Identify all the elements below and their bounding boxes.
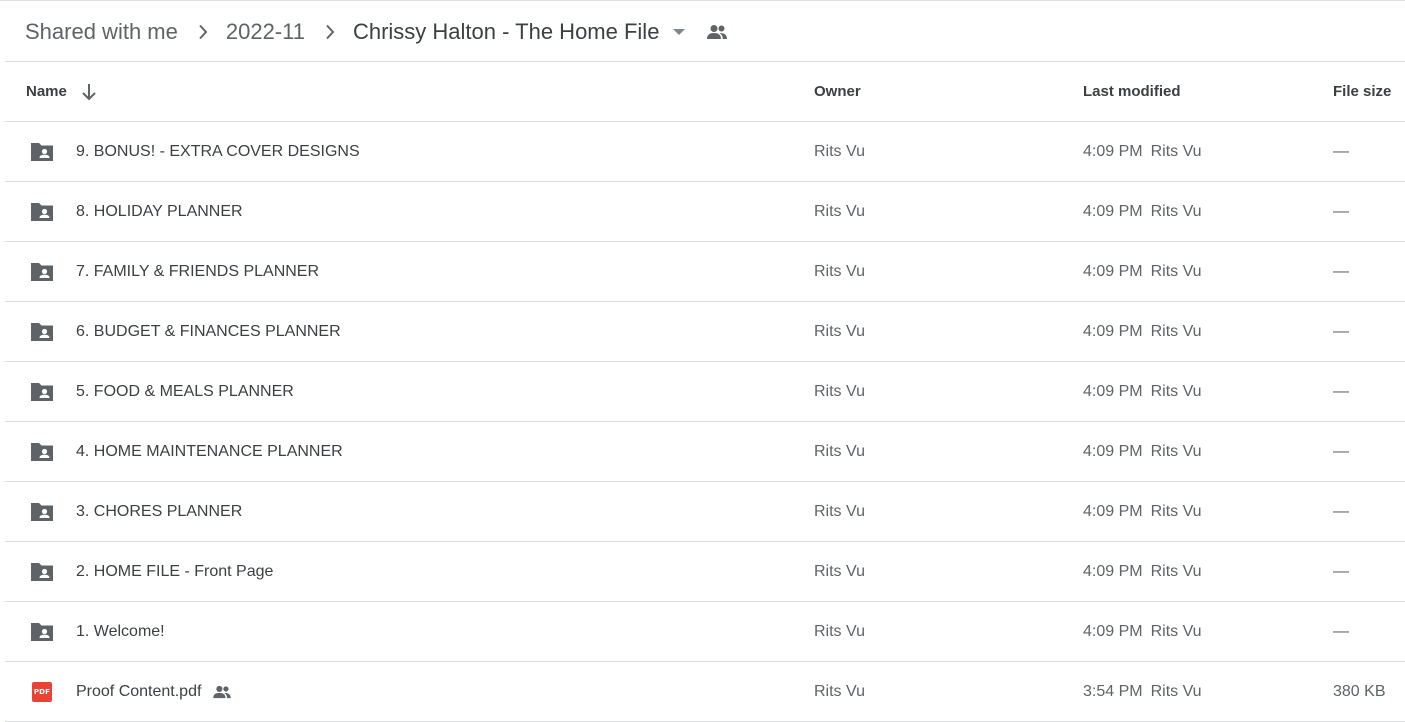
pdf-icon: PDF (28, 662, 56, 721)
file-owner: Rits Vu (814, 382, 865, 400)
table-row[interactable]: 9. BONUS! - EXTRA COVER DESIGNS Rits Vu … (5, 122, 1405, 182)
modified-by: Rits Vu (1150, 142, 1202, 160)
file-owner: Rits Vu (814, 262, 865, 280)
table-row[interactable]: 4. HOME MAINTENANCE PLANNER Rits Vu 4:09… (5, 422, 1405, 482)
file-last-modified: 4:09 PM Rits Vu (1083, 182, 1202, 241)
file-last-modified: 4:09 PM Rits Vu (1083, 542, 1202, 601)
file-owner: Rits Vu (814, 622, 865, 640)
file-name: 7. FAMILY & FRIENDS PLANNER (76, 262, 320, 280)
breadcrumb-shared-with-me[interactable]: Shared with me (25, 19, 178, 45)
modified-by: Rits Vu (1150, 442, 1202, 460)
drive-file-browser: Shared with me 2022-11 Chrissy Halton - … (0, 0, 1405, 722)
modified-by: Rits Vu (1150, 562, 1202, 580)
file-owner: Rits Vu (814, 562, 865, 580)
modified-by: Rits Vu (1150, 622, 1202, 640)
modified-time: 4:09 PM (1083, 142, 1143, 160)
file-owner: Rits Vu (814, 502, 865, 520)
modified-time: 4:09 PM (1083, 322, 1143, 340)
table-row[interactable]: 7. FAMILY & FRIENDS PLANNER Rits Vu 4:09… (5, 242, 1405, 302)
modified-time: 4:09 PM (1083, 382, 1143, 400)
file-owner: Rits Vu (814, 142, 865, 160)
modified-time: 4:09 PM (1083, 562, 1143, 580)
breadcrumb-2022-11[interactable]: 2022-11 (226, 19, 305, 45)
file-owner: Rits Vu (814, 202, 865, 220)
file-name: 1. Welcome! (76, 622, 165, 640)
modified-by: Rits Vu (1150, 502, 1202, 520)
pdf-icon-label: PDF (32, 681, 52, 702)
modified-by: Rits Vu (1150, 202, 1202, 220)
table-row[interactable]: 1. Welcome! Rits Vu 4:09 PM Rits Vu — (5, 602, 1405, 662)
file-name: 2. HOME FILE - Front Page (76, 562, 274, 580)
table-row[interactable]: PDF Proof Content.pdf Rits Vu 3:54 PM Ri… (5, 662, 1405, 722)
breadcrumb-current-folder[interactable]: Chrissy Halton - The Home File (353, 19, 659, 45)
table-row[interactable]: 8. HOLIDAY PLANNER Rits Vu 4:09 PM Rits … (5, 182, 1405, 242)
file-size: — (1333, 262, 1349, 280)
arrow-down-icon[interactable] (79, 82, 99, 102)
column-header-file-size: File size (1333, 83, 1392, 100)
file-list: 9. BONUS! - EXTRA COVER DESIGNS Rits Vu … (5, 122, 1405, 722)
shared-people-icon (211, 681, 233, 703)
shared-folder-icon (28, 182, 56, 241)
file-size: — (1333, 202, 1349, 220)
caret-down-icon[interactable] (669, 22, 689, 42)
file-size: — (1333, 622, 1349, 640)
file-owner: Rits Vu (814, 682, 865, 700)
shared-people-icon (705, 20, 729, 44)
file-size: — (1333, 142, 1349, 160)
file-last-modified: 4:09 PM Rits Vu (1083, 302, 1202, 361)
modified-time: 4:09 PM (1083, 622, 1143, 640)
file-last-modified: 4:09 PM Rits Vu (1083, 362, 1202, 421)
file-owner: Rits Vu (814, 322, 865, 340)
file-size: — (1333, 562, 1349, 580)
file-name: 3. CHORES PLANNER (76, 502, 243, 520)
file-size: — (1333, 442, 1349, 460)
modified-by: Rits Vu (1150, 322, 1202, 340)
shared-folder-icon (28, 542, 56, 601)
shared-folder-icon (28, 122, 56, 181)
file-last-modified: 3:54 PM Rits Vu (1083, 662, 1202, 721)
modified-time: 4:09 PM (1083, 502, 1143, 520)
column-header-name-label: Name (26, 83, 67, 100)
modified-time: 4:09 PM (1083, 442, 1143, 460)
file-size: — (1333, 382, 1349, 400)
file-last-modified: 4:09 PM Rits Vu (1083, 422, 1202, 481)
file-name: 8. HOLIDAY PLANNER (76, 202, 243, 220)
modified-time: 3:54 PM (1083, 682, 1143, 700)
modified-by: Rits Vu (1150, 382, 1202, 400)
shared-folder-icon (28, 362, 56, 421)
breadcrumb: Shared with me 2022-11 Chrissy Halton - … (0, 0, 1405, 62)
chevron-right-icon (196, 24, 210, 39)
file-last-modified: 4:09 PM Rits Vu (1083, 122, 1202, 181)
modified-time: 4:09 PM (1083, 262, 1143, 280)
column-header-owner: Owner (814, 83, 861, 100)
table-row[interactable]: 2. HOME FILE - Front Page Rits Vu 4:09 P… (5, 542, 1405, 602)
column-header-last-modified[interactable]: Last modified (1083, 62, 1181, 121)
shared-folder-icon (28, 422, 56, 481)
shared-folder-icon (28, 302, 56, 361)
table-header: Name Owner Last modified File size (5, 62, 1405, 122)
file-name: 6. BUDGET & FINANCES PLANNER (76, 322, 341, 340)
file-last-modified: 4:09 PM Rits Vu (1083, 602, 1202, 661)
file-last-modified: 4:09 PM Rits Vu (1083, 242, 1202, 301)
file-owner: Rits Vu (814, 442, 865, 460)
modified-by: Rits Vu (1150, 682, 1202, 700)
file-size: 380 KB (1333, 682, 1386, 700)
shared-folder-icon (28, 602, 56, 661)
modified-time: 4:09 PM (1083, 202, 1143, 220)
file-size: — (1333, 322, 1349, 340)
column-header-name[interactable]: Name (26, 62, 99, 121)
file-last-modified: 4:09 PM Rits Vu (1083, 482, 1202, 541)
shared-folder-icon (28, 482, 56, 541)
shared-folder-icon (28, 242, 56, 301)
file-size: — (1333, 502, 1349, 520)
modified-by: Rits Vu (1150, 262, 1202, 280)
file-name: 9. BONUS! - EXTRA COVER DESIGNS (76, 142, 360, 160)
table-row[interactable]: 3. CHORES PLANNER Rits Vu 4:09 PM Rits V… (5, 482, 1405, 542)
chevron-right-icon (323, 24, 337, 39)
file-name: 4. HOME MAINTENANCE PLANNER (76, 442, 343, 460)
file-name: 5. FOOD & MEALS PLANNER (76, 382, 294, 400)
file-name: Proof Content.pdf (76, 682, 202, 700)
table-row[interactable]: 5. FOOD & MEALS PLANNER Rits Vu 4:09 PM … (5, 362, 1405, 422)
table-row[interactable]: 6. BUDGET & FINANCES PLANNER Rits Vu 4:0… (5, 302, 1405, 362)
